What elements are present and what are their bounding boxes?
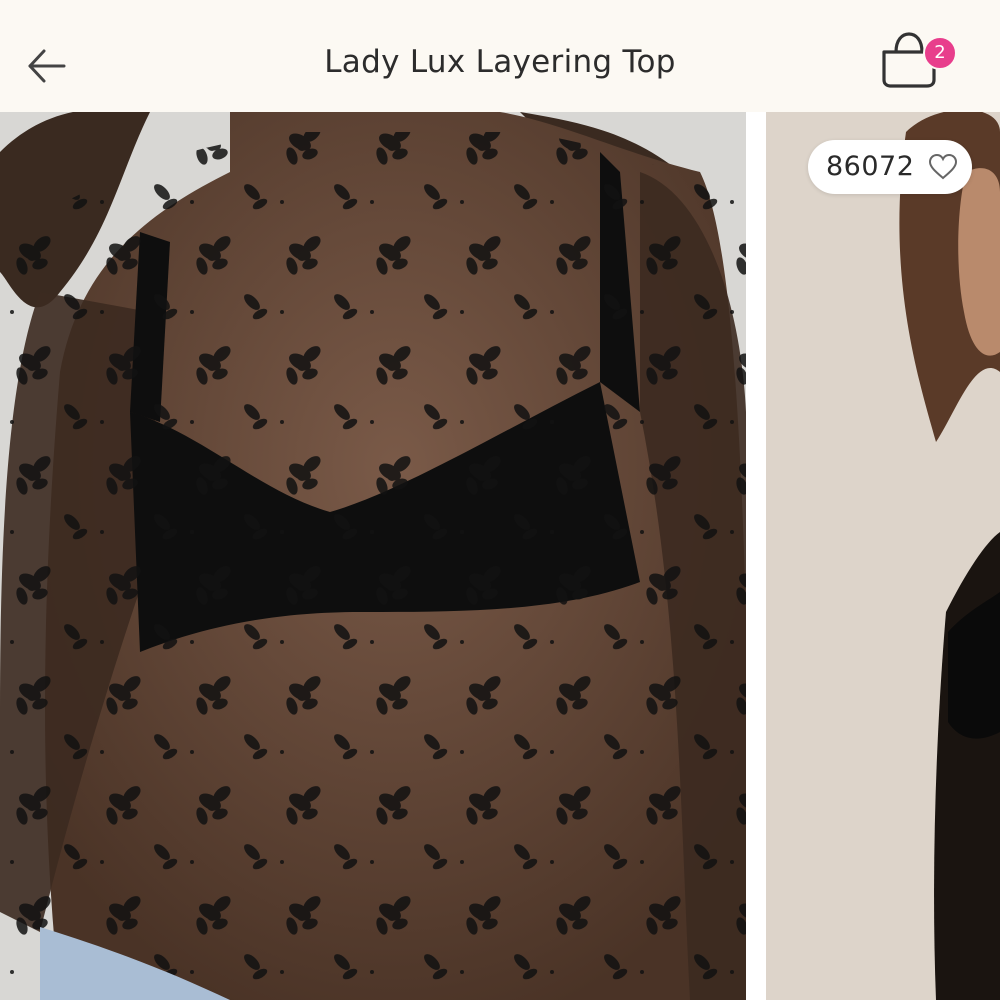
page-title: Lady Lux Layering Top xyxy=(324,44,676,80)
product-image-main[interactable] xyxy=(0,112,746,1000)
product-page: Lady Lux Layering Top 2 86072 xyxy=(0,0,1000,1000)
arrow-left-icon xyxy=(28,49,66,83)
cart-count-badge: 2 xyxy=(923,36,957,70)
top-bar: Lady Lux Layering Top 2 xyxy=(0,0,1000,112)
product-photo-illustration xyxy=(0,112,746,1000)
like-button[interactable]: 86072 xyxy=(808,140,972,194)
like-count: 86072 xyxy=(826,151,915,182)
shopping-bag-button[interactable]: 2 xyxy=(876,30,957,92)
product-image-gallery[interactable]: 86072 xyxy=(0,112,1000,1000)
back-button[interactable] xyxy=(20,40,72,92)
model-photo-illustration xyxy=(766,112,1000,1000)
product-image-next[interactable] xyxy=(766,112,1000,1000)
heart-outline-icon xyxy=(928,153,958,180)
